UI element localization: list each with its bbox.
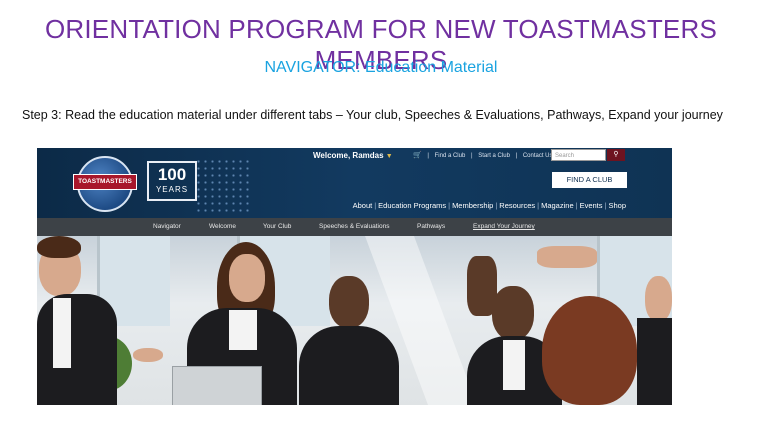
website-screenshot: TOASTMASTERS 100 YEARS Welcome, Ramdas ▼… <box>37 148 672 405</box>
raised-hands <box>537 246 597 268</box>
person-head <box>645 276 672 322</box>
welcome-user-menu[interactable]: Welcome, Ramdas ▼ <box>313 151 393 160</box>
separator: | <box>427 153 429 159</box>
nav-separator: | <box>495 201 498 210</box>
find-a-club-link[interactable]: Find a Club <box>435 153 466 159</box>
person-head <box>492 286 534 340</box>
navigator-tab-bar: Navigator Welcome Your Club Speeches & E… <box>37 218 672 236</box>
years-label: YEARS <box>155 185 189 194</box>
person-suit <box>37 294 117 405</box>
person-shirt <box>229 310 257 350</box>
tab-your-club[interactable]: Your Club <box>263 223 291 230</box>
find-a-club-button[interactable]: FIND A CLUB <box>552 172 627 188</box>
nav-resources[interactable]: Resources <box>499 201 535 210</box>
laptop <box>172 366 262 405</box>
nav-education-programs[interactable]: Education Programs <box>378 201 446 210</box>
nav-about[interactable]: About <box>353 201 373 210</box>
separator: | <box>470 153 473 159</box>
cart-icon[interactable]: 🛒 <box>413 152 422 159</box>
handshake <box>133 348 163 362</box>
tab-speeches-evaluations[interactable]: Speeches & Evaluations <box>319 223 389 230</box>
tab-expand-your-journey[interactable]: Expand Your Journey <box>473 223 535 230</box>
search-icon[interactable]: ⚲ <box>607 149 625 161</box>
nav-membership[interactable]: Membership <box>452 201 493 210</box>
nav-separator: | <box>374 201 377 210</box>
main-navigation: About | Education Programs | Membership | Reso… <box>353 201 626 210</box>
start-a-club-link[interactable]: Start a Club <box>478 153 510 159</box>
search-input[interactable]: Search <box>551 149 606 161</box>
tab-welcome[interactable]: Welcome <box>209 223 236 230</box>
welcome-text: Welcome, Ramdas <box>313 151 384 160</box>
slide-subtitle: NAVIGATOR: Education Material <box>264 59 498 76</box>
centennial-badge: 100 YEARS <box>147 161 197 201</box>
nav-separator: | <box>537 201 540 210</box>
step-instruction: Step 3: Read the education material unde… <box>22 108 723 122</box>
nav-shop[interactable]: Shop <box>608 201 626 210</box>
caret-down-icon: ▼ <box>385 153 393 160</box>
nav-events[interactable]: Events <box>580 201 603 210</box>
logo-text: TOASTMASTERS <box>78 178 132 185</box>
site-header: TOASTMASTERS 100 YEARS Welcome, Ramdas ▼… <box>37 148 672 218</box>
logo-band: TOASTMASTERS <box>73 174 137 190</box>
tab-pathways[interactable]: Pathways <box>417 223 445 230</box>
tab-navigator[interactable]: Navigator <box>153 223 181 230</box>
person-shirt <box>503 340 525 390</box>
nav-separator: | <box>448 201 451 210</box>
person-suit <box>299 326 399 405</box>
person-hair <box>542 296 637 405</box>
sparkle-decoration <box>195 158 251 213</box>
nav-magazine[interactable]: Magazine <box>541 201 574 210</box>
person-head <box>229 254 265 302</box>
nav-separator: | <box>575 201 578 210</box>
nav-separator: | <box>604 201 607 210</box>
person-hair <box>37 236 81 258</box>
separator: | <box>515 153 518 159</box>
person-head <box>329 276 369 328</box>
hero-photo <box>37 236 672 405</box>
person-shirt <box>53 298 71 368</box>
utility-links: 🛒 | Find a Club | Start a Club | Contact… <box>411 151 555 159</box>
contact-us-link[interactable]: Contact Us <box>523 153 553 159</box>
years-number: 100 <box>157 165 187 184</box>
person-suit <box>637 318 672 405</box>
